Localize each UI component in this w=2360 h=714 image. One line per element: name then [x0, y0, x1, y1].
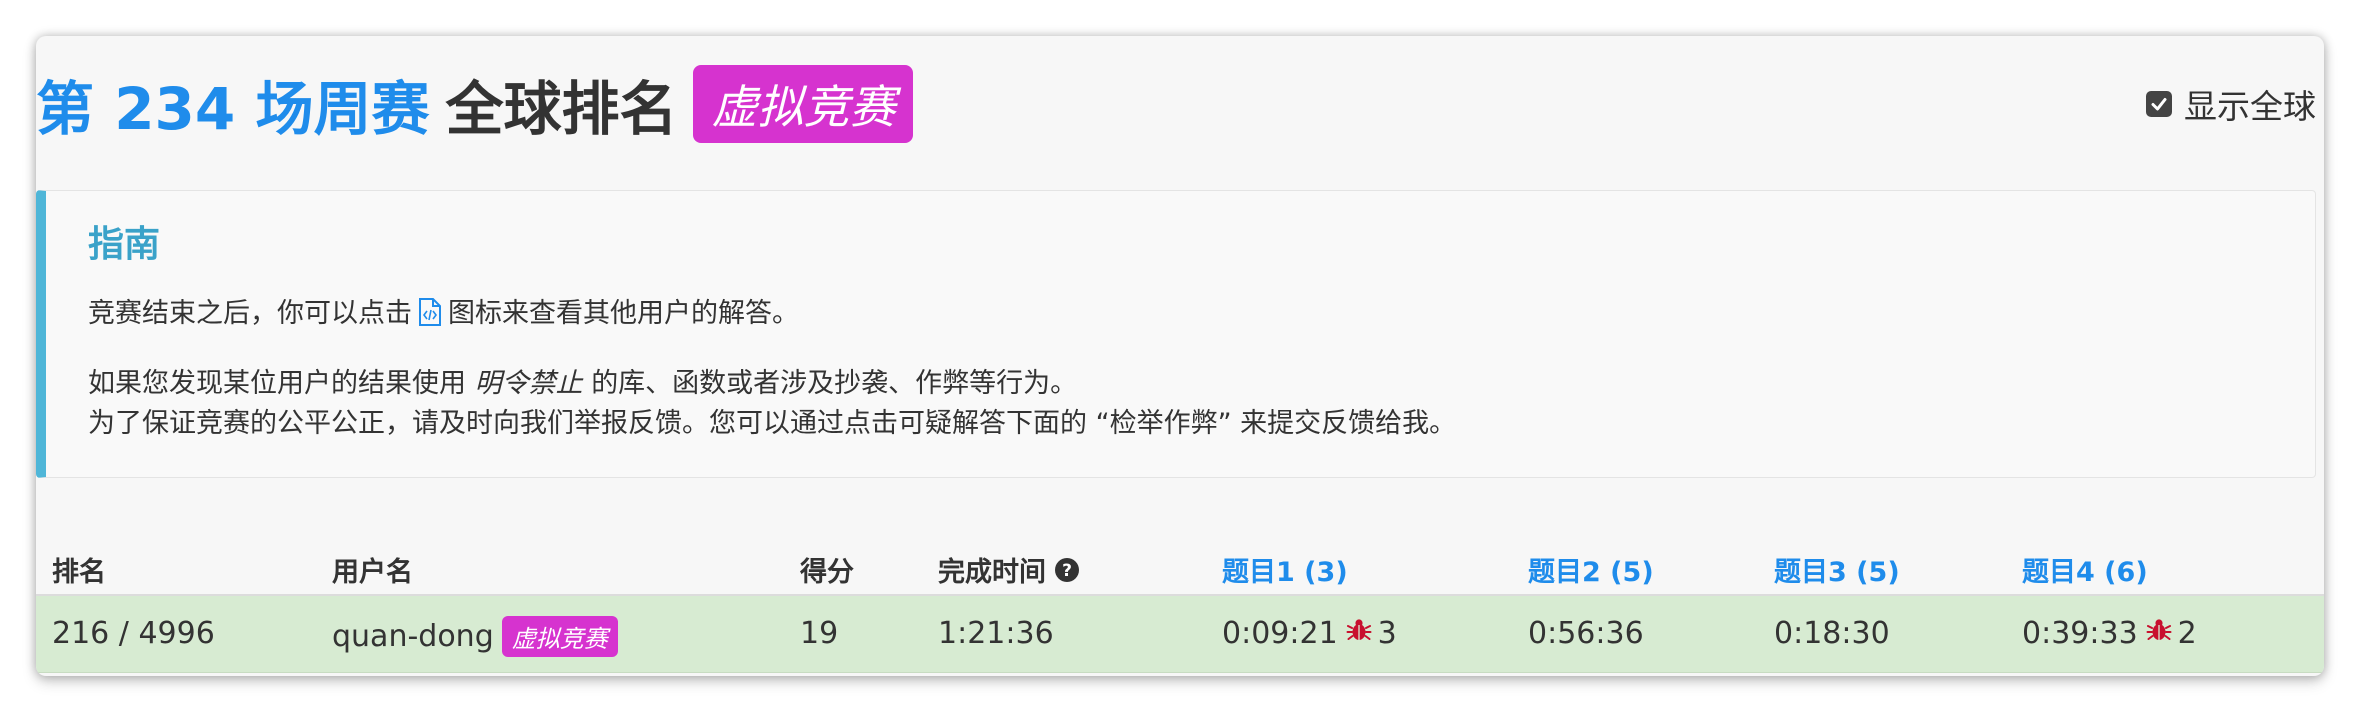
svg-text:?: ?	[1062, 561, 1072, 581]
contest-name-link[interactable]: 第 234 场周赛	[36, 62, 429, 146]
show-global-toggle[interactable]: 显示全球	[2146, 80, 2316, 128]
bug-icon	[2146, 616, 2172, 651]
row-question-2[interactable]: 0:56:36	[1528, 616, 1644, 651]
guide-title: 指南	[88, 224, 161, 265]
row-q1-bug-count: 3	[1377, 616, 1397, 651]
row-q1-time-link[interactable]: 0:09:21	[1222, 616, 1338, 651]
row-virtual-badge: 虚拟竞赛	[501, 616, 618, 657]
checkbox-checked-icon[interactable]	[2146, 91, 2172, 117]
table-row: 216 / 4996 quan-dong 虚拟竞赛 19 1:21:36 0:0…	[36, 596, 2324, 673]
row-q4-time-link[interactable]: 0:39:33	[2022, 616, 2138, 651]
guide-line-1-after: 图标来查看其他用户的解答。	[448, 298, 799, 329]
table-header: 排名 用户名 得分 完成时间? 题目1 (3) 题目2 (5) 题目3 (5) …	[36, 536, 2324, 596]
header-question-2-link[interactable]: 题目2 (5)	[1528, 550, 1654, 589]
guide-line-3: 为了保证竞赛的公平公正，请及时向我们举报反馈。您可以通过点击可疑解答下面的 “检…	[88, 408, 1457, 439]
virtual-contest-badge: 虚拟竞赛	[693, 65, 914, 143]
bug-icon	[1346, 616, 1372, 651]
guide-line-2-before: 如果您发现某位用户的结果使用	[88, 368, 466, 399]
ranking-card: 第 234 场周赛 全球排名 虚拟竞赛 显示全球 指南 竞赛结束之后，你可以点击…	[36, 36, 2324, 676]
row-user: quan-dong 虚拟竞赛	[332, 616, 618, 657]
guide-line-2: 如果您发现某位用户的结果使用 明令禁止 的库、函数或者涉及抄袭、作弊等行为。	[88, 361, 1077, 400]
header-question-4-link[interactable]: 题目4 (6)	[2022, 550, 2148, 589]
code-file-icon	[418, 297, 442, 334]
row-question-4: 0:39:33 2	[2022, 616, 2197, 651]
row-question-3[interactable]: 0:18:30	[1774, 616, 1890, 651]
header-score: 得分	[800, 557, 854, 588]
header-username: 用户名	[332, 557, 413, 588]
header-question-3-link[interactable]: 题目3 (5)	[1774, 550, 1900, 589]
guide-line-2-after: 的库、函数或者涉及抄袭、作弊等行为。	[591, 368, 1078, 399]
row-q4-bug-count: 2	[2177, 616, 2197, 651]
guide-line-1: 竞赛结束之后，你可以点击 图标来查看其他用户的解答。	[88, 291, 799, 334]
show-global-label: 显示全球	[2184, 87, 2316, 126]
header-finish-time: 完成时间?	[938, 550, 1080, 590]
guide-panel: 指南 竞赛结束之后，你可以点击 图标来查看其他用户的解答。 如果您发现某位用户的结…	[36, 190, 2316, 478]
page-title: 第 234 场周赛 全球排名 虚拟竞赛	[36, 62, 914, 146]
guide-forbidden-text: 明令禁止	[474, 368, 583, 399]
help-circle-icon[interactable]: ?	[1054, 557, 1080, 590]
header-question-1-link[interactable]: 题目1 (3)	[1222, 550, 1348, 589]
ranking-title: 全球排名	[445, 75, 678, 143]
row-score: 19	[800, 616, 839, 651]
row-question-1: 0:09:21 3	[1222, 616, 1397, 651]
row-username-link[interactable]: quan-dong	[332, 619, 494, 654]
header-rank: 排名	[52, 557, 106, 588]
row-rank: 216 / 4996	[52, 616, 215, 651]
guide-line-1-before: 竞赛结束之后，你可以点击	[88, 298, 412, 329]
row-finish-time: 1:21:36	[938, 616, 1054, 651]
header-finish-time-label: 完成时间	[938, 557, 1046, 588]
